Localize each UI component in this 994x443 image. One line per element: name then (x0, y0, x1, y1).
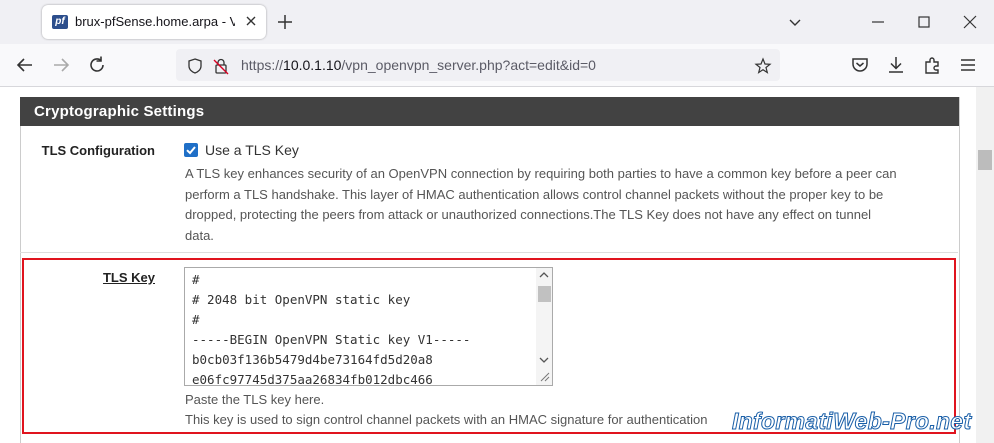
tls-help-line: perform a TLS handshake. This layer of H… (185, 186, 884, 202)
tls-configuration-label: TLS Configuration (41, 143, 155, 158)
menu-hamburger-icon[interactable] (957, 54, 979, 76)
use-tls-key-checkbox[interactable] (184, 143, 198, 157)
insecure-lock-icon[interactable] (212, 57, 230, 75)
pocket-icon[interactable] (849, 54, 871, 76)
section-title: Cryptographic Settings (20, 97, 959, 126)
use-tls-key-label[interactable]: Use a TLS Key (205, 142, 299, 158)
row-divider (20, 252, 958, 253)
downloads-icon[interactable] (885, 54, 907, 76)
maximize-icon[interactable] (914, 12, 934, 32)
page-scrollbar[interactable] (976, 87, 994, 443)
shield-icon[interactable] (186, 57, 204, 75)
tab-title: brux-pfSense.home.arpa - VPN (75, 14, 235, 29)
close-tab-icon[interactable] (242, 12, 260, 30)
checkmark-icon (186, 146, 196, 155)
back-arrow-icon[interactable] (14, 54, 36, 76)
page-scroll-thumb[interactable] (978, 150, 992, 170)
url-host: 10.0.1.10 (283, 57, 342, 73)
url-path: /vpn_openvpn_server.php?act=edit&id=0 (341, 57, 596, 73)
extensions-icon[interactable] (921, 54, 943, 76)
url-text[interactable]: https://10.0.1.10/vpn_openvpn_server.php… (241, 57, 596, 73)
pfsense-favicon-icon: pf (52, 15, 68, 29)
navigation-bar: https://10.0.1.10/vpn_openvpn_server.php… (0, 44, 994, 87)
page-content: Cryptographic Settings TLS Configuration… (0, 87, 994, 443)
browser-tab[interactable]: pf brux-pfSense.home.arpa - VPN (42, 5, 266, 39)
list-all-tabs-icon[interactable] (785, 12, 805, 32)
tab-bar: pf brux-pfSense.home.arpa - VPN (0, 0, 994, 44)
tls-help-line: dropped, protecting the peers from attac… (185, 207, 872, 222)
tls-help-line: data. (185, 227, 214, 243)
url-scheme: https:// (241, 57, 284, 73)
new-tab-icon[interactable] (275, 12, 295, 32)
forward-arrow-icon[interactable] (50, 54, 72, 76)
close-window-icon[interactable] (960, 12, 980, 32)
minimize-icon[interactable] (868, 12, 888, 32)
tls-help-line: A TLS key enhances security of an OpenVP… (185, 166, 897, 181)
bookmark-star-icon[interactable] (754, 57, 772, 75)
reload-icon[interactable] (86, 54, 108, 76)
watermark: InformatiWeb-Pro.net (731, 408, 972, 435)
url-bar[interactable]: https://10.0.1.10/vpn_openvpn_server.php… (176, 49, 780, 81)
